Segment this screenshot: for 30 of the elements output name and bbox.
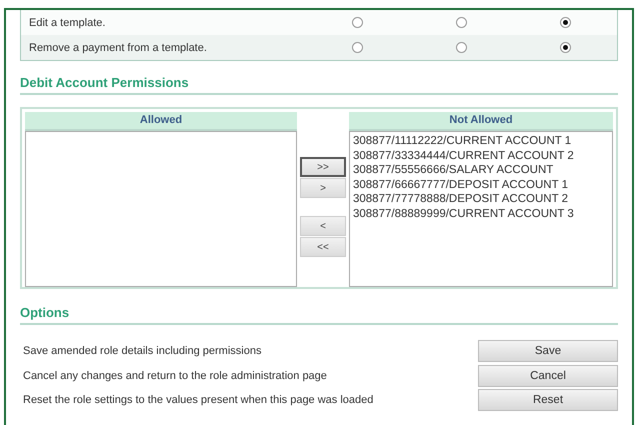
account-item[interactable]: 308877/33334444/CURRENT ACCOUNT 2 bbox=[353, 148, 609, 163]
list-header: Allowed bbox=[25, 112, 297, 131]
transfer-button[interactable]: << bbox=[300, 237, 346, 257]
account-item[interactable]: 308877/66667777/DEPOSIT ACCOUNT 1 bbox=[353, 178, 609, 192]
permission-label: Remove a payment from a template. bbox=[29, 42, 208, 54]
list-header: Not Allowed bbox=[349, 112, 613, 131]
not-allowed-list[interactable]: 308877/11112222/CURRENT ACCOUNT 1 308877/33334444/CURRENT ACCOUNT 2 308877/55556666/SALARY ACCOUNT 308877/66667777/DEPOSIT ACCOUNT 1 308877/77778888/DEPOSIT ACCOUNT 2 308877/88889999/CURRENT ACCOUNT 3 bbox=[349, 131, 613, 287]
account-item[interactable]: 308877/88889999/CURRENT ACCOUNT 3 bbox=[353, 206, 609, 221]
option-description: Save amended role details including permissions bbox=[23, 345, 262, 358]
option-button[interactable]: Reset bbox=[478, 389, 618, 412]
section-heading: Debit Account Permissions bbox=[20, 75, 618, 95]
transfer-button[interactable]: >> bbox=[300, 157, 346, 177]
option-button[interactable]: Save bbox=[478, 340, 618, 362]
transfer-button[interactable]: > bbox=[300, 178, 346, 198]
account-item[interactable]: 308877/55556666/SALARY ACCOUNT bbox=[353, 163, 609, 178]
allowed-list[interactable] bbox=[25, 131, 297, 287]
radio-button[interactable] bbox=[560, 17, 570, 28]
option-description: Cancel any changes and return to the role administration page bbox=[23, 370, 327, 382]
radio-button[interactable] bbox=[560, 42, 570, 53]
option-description: Reset the role settings to the values present when this page was loaded bbox=[23, 394, 374, 406]
radio-button[interactable] bbox=[456, 17, 466, 28]
account-item[interactable]: 308877/77778888/DEPOSIT ACCOUNT 2 bbox=[353, 192, 609, 206]
radio-button[interactable] bbox=[352, 17, 362, 28]
radio-button[interactable] bbox=[352, 42, 362, 53]
radio-button[interactable] bbox=[456, 42, 466, 53]
transfer-button[interactable]: < bbox=[300, 216, 346, 236]
option-button[interactable]: Cancel bbox=[478, 364, 618, 387]
account-item[interactable]: 308877/11112222/CURRENT ACCOUNT 1 bbox=[353, 134, 609, 148]
permission-label: Edit a template. bbox=[29, 16, 106, 28]
section-heading: Options bbox=[20, 305, 618, 325]
